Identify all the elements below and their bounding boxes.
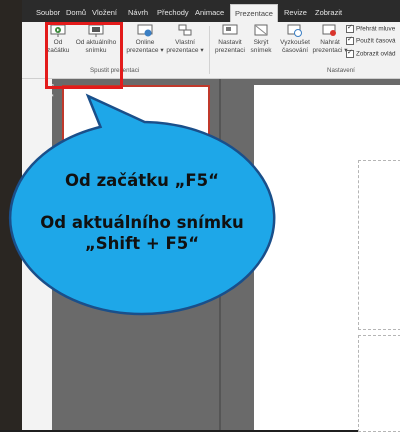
callout-line-1: Od začátku „F5“ xyxy=(64,171,220,190)
callout-line-3: „Shift + F5“ xyxy=(84,234,200,253)
callout-text: Od začátku „F5“ Od aktuálního snímku „Sh… xyxy=(22,170,262,254)
callout-line-2: Od aktuálního snímku xyxy=(40,213,244,232)
